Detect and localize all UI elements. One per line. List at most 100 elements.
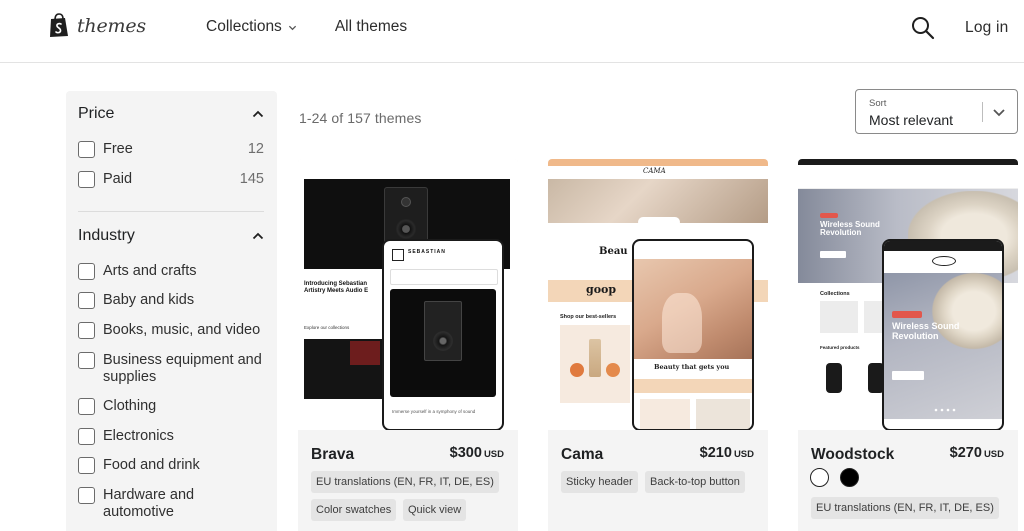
feature-tag: Sticky header [561,471,638,493]
price-amount: $300 [449,445,482,461]
preview-badge [820,213,838,218]
filter-option-hardware-and-automotive[interactable]: Hardware and automotive [78,487,264,521]
preview-headline: Wireless Sound Revolution [820,220,880,237]
nav-all-themes[interactable]: All themes [335,18,407,36]
preview-section-title: Explore our collections [304,325,350,330]
theme-preview-image[interactable]: Introducing Sebastian Artistry Meets Aud… [298,159,518,430]
checkbox[interactable] [78,352,95,369]
brand-logo-icon [932,256,956,266]
color-swatch-black[interactable] [840,468,859,487]
filter-option-clothing[interactable]: Clothing [78,398,264,415]
checkbox[interactable] [78,292,95,309]
theme-card-woodstock[interactable]: Wireless Sound Revolution Collections Fe… [798,159,1018,531]
sort-label: Sort [869,98,887,109]
orange-slice [606,363,620,377]
mobile-topbar [884,241,1002,251]
theme-price: $270 USD [950,445,1004,461]
theme-name[interactable]: Woodstock [811,446,894,464]
filter-option-label: Hardware and automotive [103,487,195,520]
mobile-caption: Immerse yourself in a symphony of sound [392,409,476,414]
mobile-badge [892,311,922,318]
preview-section-title: Shop our best-sellers [560,314,617,320]
preview-collection-accent [350,341,380,365]
shopify-bag-icon [50,13,68,37]
brand-name: SEBASTIAN [408,249,446,255]
filter-option-books-music-video[interactable]: Books, music, and video [78,322,264,339]
theme-card-cama[interactable]: CAMA Beau goop Shop our best-sellers Bea… [548,159,768,531]
nav-collections-label: Collections [206,18,282,35]
theme-card-brava[interactable]: Introducing Sebastian Artistry Meets Aud… [298,159,518,531]
preview-promo-bar [548,159,768,166]
shopify-themes-logo[interactable]: themes [48,13,146,38]
industry-filter-title: Industry [78,227,135,244]
mobile-preview: SEBASTIAN Immerse yourself in a symphony… [382,239,504,430]
login-link[interactable]: Log in [965,19,1008,37]
mobile-preview: Wireless Sound Revolution [882,239,1004,430]
sort-separator [982,102,983,122]
theme-name[interactable]: Cama [561,446,603,464]
filter-option-electronics[interactable]: Electronics [78,428,264,445]
nav-collections[interactable]: Collections [206,18,297,36]
logo-text: themes [77,14,146,37]
nav-all-themes-label: All themes [334,18,408,35]
preview-nav [798,165,1018,189]
checkbox[interactable] [78,457,95,474]
checkbox[interactable] [78,428,95,445]
filter-option-business-equipment[interactable]: Business equipment and supplies [78,352,264,386]
price-amount: $270 [949,445,982,461]
mobile-headline: Wireless Sound Revolution [892,321,960,341]
price-currency: USD [483,449,504,460]
price-filter-header[interactable]: Price [78,105,264,123]
checkbox[interactable] [78,263,95,280]
checkbox[interactable] [78,322,95,339]
filter-option-arts-and-crafts[interactable]: Arts and crafts [78,263,264,280]
checkbox[interactable] [78,398,95,415]
filter-option-baby-and-kids[interactable]: Baby and kids [78,292,264,309]
brand-logo-icon [392,249,404,261]
theme-preview-image[interactable]: Wireless Sound Revolution Collections Fe… [798,159,1018,430]
site-header: themes Collections All themes Log in [0,0,1024,63]
preview-headline: Beau [599,246,628,257]
filter-option-paid[interactable]: Paid 145 [78,171,264,188]
feature-tag: Color swatches [311,499,397,521]
filter-option-label: Paid [103,171,133,187]
preview-section-title: Collections [820,291,850,297]
color-swatch-white[interactable] [810,468,829,487]
checkbox[interactable] [78,487,95,504]
results-count: 1-24 of 157 themes [299,110,422,126]
orange-slice [570,363,584,377]
checkbox[interactable] [78,141,95,158]
carousel-dots-icon [934,408,956,412]
industry-filter-header[interactable]: Industry [78,227,264,245]
mobile-press-bar [634,379,752,393]
theme-name[interactable]: Brava [311,446,354,464]
theme-price: $210 USD [700,445,754,461]
filter-option-label: Business equipment and supplies [103,352,262,385]
speaker-cone [396,219,416,239]
checkbox[interactable] [78,171,95,188]
speaker-tweeter [401,197,411,207]
filter-option-free[interactable]: Free 12 [78,141,264,158]
feature-tag: EU translations (EN, FR, IT, DE, ES) [811,497,999,519]
chevron-up-icon [252,110,264,118]
mobile-headline: Beauty that gets you [654,363,730,371]
theme-preview-image[interactable]: CAMA Beau goop Shop our best-sellers Bea… [548,159,768,430]
filter-option-count: 12 [247,141,264,157]
search-icon[interactable] [910,15,936,41]
price-filter-title: Price [78,105,115,122]
feature-tag: Back-to-top button [645,471,745,493]
sort-select[interactable]: Sort Most relevant [855,89,1018,134]
preview-cta [820,251,846,258]
feature-tag: Quick view [403,499,467,521]
preview-collection-tile [820,301,858,333]
price-currency: USD [733,449,754,460]
preview-logo: CAMA [643,167,666,175]
filter-option-label: Clothing [103,398,157,414]
feature-tag: EU translations (EN, FR, IT, DE, ES) [311,471,499,493]
filter-option-label: Electronics [103,428,174,444]
chevron-down-icon [288,25,296,30]
mobile-product [696,399,750,429]
press-logo: goop [586,283,617,296]
filter-option-label: Food and drink [103,457,200,473]
filter-option-food-and-drink[interactable]: Food and drink [78,457,264,474]
